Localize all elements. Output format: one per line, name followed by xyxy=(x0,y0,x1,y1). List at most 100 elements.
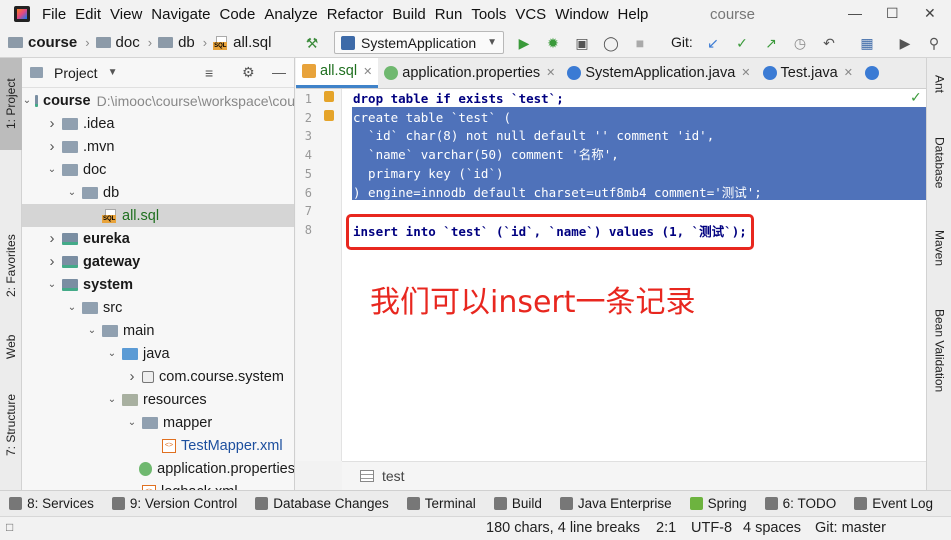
tree-item[interactable]: ⌄ src xyxy=(22,296,294,319)
close-tab-icon[interactable]: ✕ xyxy=(741,66,750,79)
expand-arrow-icon[interactable]: ⌄ xyxy=(86,325,98,336)
tree-item[interactable]: ⌄ resources xyxy=(22,388,294,411)
menu-vcs[interactable]: VCS xyxy=(515,6,546,23)
hide-panel-icon[interactable]: — xyxy=(272,64,286,80)
collapse-arrow-icon[interactable]: › xyxy=(46,230,58,247)
menu-navigate[interactable]: Navigate xyxy=(151,6,210,23)
tree-item[interactable]: › gateway xyxy=(22,250,294,273)
close-tab-icon[interactable]: ✕ xyxy=(363,65,372,78)
status-caret-position[interactable]: 2:1 xyxy=(656,520,676,536)
status-indent[interactable]: 4 spaces xyxy=(743,520,801,536)
close-tab-icon[interactable]: ✕ xyxy=(844,66,853,79)
status-git-branch[interactable]: Git: master xyxy=(815,520,886,536)
breadcrumb-course[interactable]: course xyxy=(8,34,77,51)
tree-item[interactable]: <> TestMapper.xml xyxy=(22,434,294,457)
menu-edit[interactable]: Edit xyxy=(75,6,101,23)
git-rollback-icon[interactable]: ↶ xyxy=(821,35,837,51)
expand-arrow-icon[interactable]: ⌄ xyxy=(126,417,138,428)
tree-item[interactable]: ⌄ db xyxy=(22,181,294,204)
search-everywhere-icon[interactable]: ⚲ xyxy=(926,35,942,51)
breadcrumb-doc[interactable]: doc xyxy=(95,34,140,51)
stop-icon[interactable]: ■ xyxy=(632,35,648,51)
collapse-arrow-icon[interactable]: › xyxy=(126,368,138,385)
bottom-tool-event-log[interactable]: Event Log xyxy=(854,496,933,511)
tool-tab-structure[interactable]: 7: Structure xyxy=(0,380,22,470)
close-window-icon[interactable]: ✕ xyxy=(924,5,936,22)
expand-arrow-icon[interactable]: ⌄ xyxy=(66,302,78,313)
debug-icon[interactable]: ✹ xyxy=(545,35,561,51)
tool-tab-favorites[interactable]: 2: Favorites xyxy=(0,218,22,314)
bottom-tool-terminal[interactable]: Terminal xyxy=(406,496,476,511)
menu-view[interactable]: View xyxy=(110,6,142,23)
profile-icon[interactable]: ◯ xyxy=(603,35,619,51)
editor-tab[interactable] xyxy=(859,58,889,88)
terminal-toggle-icon[interactable]: ▶ xyxy=(897,35,913,51)
build-hammer-icon[interactable]: ⚒ xyxy=(304,35,320,51)
tree-item[interactable]: ⌄ course D:\imooc\course\workspace\cou xyxy=(22,89,294,112)
bottom-tool-java-enterprise[interactable]: Java Enterprise xyxy=(559,496,672,511)
tree-item[interactable]: › com.course.system xyxy=(22,365,294,388)
bottom-tool-spring[interactable]: Spring xyxy=(689,496,747,511)
git-commit-icon[interactable]: ✓ xyxy=(734,35,750,51)
bottom-tool-services[interactable]: 8: Services xyxy=(9,496,94,511)
minimize-icon[interactable]: — xyxy=(848,5,862,21)
editor-breadcrumb[interactable]: test xyxy=(342,461,926,490)
tree-item[interactable]: ⌄ system xyxy=(22,273,294,296)
maximize-icon[interactable]: ☐ xyxy=(886,5,899,22)
tool-tab-ant[interactable]: Ant xyxy=(927,64,951,104)
expand-arrow-icon[interactable]: ⌄ xyxy=(106,348,118,359)
expand-arrow-icon[interactable]: ⌄ xyxy=(66,187,78,198)
expand-arrow-icon[interactable]: ⌄ xyxy=(46,164,58,175)
project-panel-title[interactable]: Project xyxy=(54,65,98,81)
menu-refactor[interactable]: Refactor xyxy=(327,6,384,23)
expand-arrow-icon[interactable]: ⌄ xyxy=(23,95,31,106)
menu-file[interactable]: File xyxy=(42,6,66,23)
menu-build[interactable]: Build xyxy=(392,6,425,23)
tool-tab-project[interactable]: 1: Project xyxy=(0,58,22,150)
bottom-tool-version-control[interactable]: 9: Version Control xyxy=(111,496,237,511)
git-update-icon[interactable]: ↙ xyxy=(705,35,721,51)
run-icon[interactable]: ▶ xyxy=(516,35,532,51)
menu-code[interactable]: Code xyxy=(219,6,255,23)
tool-tab-maven[interactable]: Maven xyxy=(927,218,951,278)
git-history-icon[interactable]: ◷ xyxy=(792,35,808,51)
editor-tab[interactable]: application.properties ✕ xyxy=(378,58,561,88)
tree-item[interactable]: › eureka xyxy=(22,227,294,250)
project-structure-icon[interactable]: ▦ xyxy=(859,35,875,51)
expand-arrow-icon[interactable]: ⌄ xyxy=(46,279,58,290)
menu-window[interactable]: Window xyxy=(555,6,608,23)
tree-item[interactable]: application.properties xyxy=(22,457,294,480)
tree-item[interactable]: <>logback.xml xyxy=(22,480,294,490)
tree-item[interactable]: ⌄ doc xyxy=(22,158,294,181)
bottom-tool-build[interactable]: Build xyxy=(493,496,542,511)
tree-item[interactable]: SQL all.sql xyxy=(22,204,294,227)
chevron-down-icon[interactable]: ▼ xyxy=(108,67,118,78)
gear-icon[interactable]: ⚙ xyxy=(242,64,255,81)
fold-marker-icon[interactable] xyxy=(324,110,334,121)
breadcrumb-all-sql[interactable]: SQL all.sql xyxy=(213,34,271,51)
breadcrumb-db[interactable]: db xyxy=(158,34,195,51)
menu-tools[interactable]: Tools xyxy=(471,6,506,23)
collapse-arrow-icon[interactable]: › xyxy=(46,115,58,132)
editor-tab[interactable]: SystemApplication.java ✕ xyxy=(561,58,756,88)
tree-item[interactable]: ⌄ java xyxy=(22,342,294,365)
menu-help[interactable]: Help xyxy=(618,6,649,23)
status-encoding[interactable]: UTF-8 xyxy=(691,520,732,536)
menu-run[interactable]: Run xyxy=(435,6,463,23)
tool-tab-web[interactable]: Web xyxy=(0,322,22,372)
fold-marker-icon[interactable] xyxy=(324,91,334,102)
tree-item[interactable]: ⌄ mapper xyxy=(22,411,294,434)
collapse-arrow-icon[interactable]: › xyxy=(46,138,58,155)
bottom-tool-database-changes[interactable]: Database Changes xyxy=(255,496,389,511)
menu-analyze[interactable]: Analyze xyxy=(264,6,317,23)
collapse-arrow-icon[interactable]: › xyxy=(46,253,58,270)
tree-item[interactable]: › .mvn xyxy=(22,135,294,158)
git-push-icon[interactable]: ↗ xyxy=(763,35,779,51)
tool-tab-database[interactable]: Database xyxy=(927,128,951,198)
editor-tab[interactable]: all.sql ✕ xyxy=(296,58,379,88)
editor-tab[interactable]: Test.java ✕ xyxy=(757,58,859,88)
tree-item[interactable]: › .idea xyxy=(22,112,294,135)
coverage-icon[interactable]: ▣ xyxy=(574,35,590,51)
run-configuration-select[interactable]: SystemApplication ▼ xyxy=(334,31,504,54)
tool-tab-bean-validation[interactable]: Bean Validation xyxy=(927,296,951,406)
